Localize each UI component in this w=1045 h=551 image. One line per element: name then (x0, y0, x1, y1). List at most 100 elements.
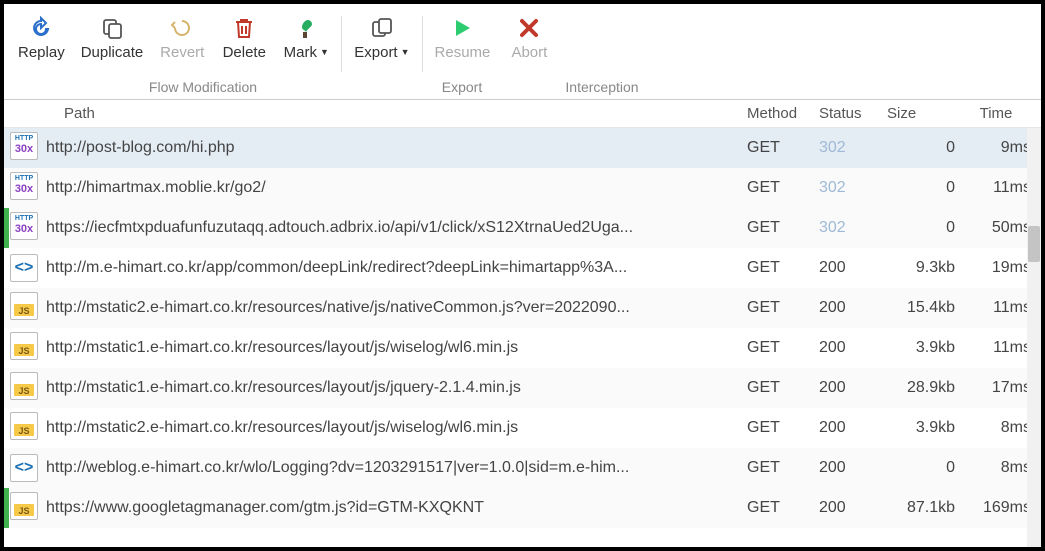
row-type-icon (4, 292, 40, 325)
row-method: GET (747, 259, 819, 277)
js-file-icon (10, 412, 38, 440)
row-path: http://himartmax.moblie.kr/go2/ (40, 179, 747, 197)
row-size: 28.9kb (883, 379, 961, 397)
http30x-file-icon (10, 132, 38, 160)
row-size: 3.9kb (883, 419, 961, 437)
row-status: 302 (819, 179, 883, 197)
row-path: http://mstatic1.e-himart.co.kr/resources… (40, 379, 747, 397)
js-file-icon (10, 372, 38, 400)
resume-button[interactable]: Resume (427, 12, 499, 63)
row-status: 200 (819, 339, 883, 357)
js-file-icon (10, 292, 38, 320)
col-path[interactable]: Path (40, 105, 747, 122)
row-type-icon: <> (4, 254, 40, 282)
brush-icon (294, 14, 318, 42)
row-type-icon (4, 372, 40, 405)
col-method[interactable]: Method (747, 105, 819, 122)
row-method: GET (747, 219, 819, 237)
table-row[interactable]: <>http://weblog.e-himart.co.kr/wlo/Loggi… (4, 448, 1041, 488)
mark-button[interactable]: Mark▼ (275, 12, 337, 63)
row-marker (4, 488, 9, 528)
table-row[interactable]: http://post-blog.com/hi.phpGET30209ms (4, 128, 1041, 168)
row-status: 200 (819, 299, 883, 317)
table-row[interactable]: http://mstatic2.e-himart.co.kr/resources… (4, 408, 1041, 448)
group-interception: Interception (522, 79, 682, 95)
caret-down-icon: ▼ (320, 48, 329, 57)
col-size[interactable]: Size (883, 105, 961, 122)
trash-icon (233, 14, 255, 42)
row-type-icon (4, 332, 40, 365)
table-row[interactable]: http://himartmax.moblie.kr/go2/GET302011… (4, 168, 1041, 208)
table-row[interactable]: https://iecfmtxpduafunfuzutaqq.adtouch.a… (4, 208, 1041, 248)
table-row[interactable]: http://mstatic2.e-himart.co.kr/resources… (4, 288, 1041, 328)
row-path: http://mstatic2.e-himart.co.kr/resources… (40, 299, 747, 317)
caret-down-icon: ▼ (401, 48, 410, 57)
js-file-icon (10, 492, 38, 520)
row-size: 0 (883, 459, 961, 477)
row-method: GET (747, 339, 819, 357)
row-type-icon (4, 212, 40, 245)
row-method: GET (747, 379, 819, 397)
replay-button[interactable]: Replay (10, 12, 73, 63)
row-status: 200 (819, 499, 883, 517)
row-type-icon (4, 172, 40, 205)
row-status: 200 (819, 379, 883, 397)
row-path: http://weblog.e-himart.co.kr/wlo/Logging… (40, 459, 747, 477)
row-path: https://www.googletagmanager.com/gtm.js?… (40, 499, 747, 517)
row-size: 0 (883, 139, 961, 157)
duplicate-button[interactable]: Duplicate (73, 12, 152, 63)
http30x-file-icon (10, 212, 38, 240)
mark-label: Mark▼ (284, 44, 329, 61)
row-type-icon: <> (4, 454, 40, 482)
toolbar-separator (422, 16, 423, 72)
replay-icon (29, 14, 53, 42)
html-file-icon: <> (10, 254, 38, 282)
export-icon (370, 14, 394, 42)
row-method: GET (747, 139, 819, 157)
export-label: Export▼ (354, 44, 409, 61)
table-row[interactable]: <>http://m.e-himart.co.kr/app/common/dee… (4, 248, 1041, 288)
abort-button[interactable]: Abort (498, 12, 560, 63)
row-type-icon (4, 492, 40, 525)
table-row[interactable]: http://mstatic1.e-himart.co.kr/resources… (4, 368, 1041, 408)
table-header[interactable]: Path Method Status Size Time (4, 100, 1041, 128)
row-marker (4, 208, 9, 248)
row-type-icon (4, 132, 40, 165)
export-button[interactable]: Export▼ (346, 12, 417, 63)
scrollbar-thumb[interactable] (1028, 226, 1040, 262)
row-status: 200 (819, 419, 883, 437)
row-method: GET (747, 179, 819, 197)
row-type-icon (4, 412, 40, 445)
row-path: http://m.e-himart.co.kr/app/common/deepL… (40, 259, 747, 277)
row-size: 87.1kb (883, 499, 961, 517)
row-status: 302 (819, 139, 883, 157)
resume-label: Resume (435, 44, 491, 61)
revert-button[interactable]: Revert (151, 12, 213, 63)
duplicate-label: Duplicate (81, 44, 144, 61)
row-method: GET (747, 299, 819, 317)
row-method: GET (747, 459, 819, 477)
table-row[interactable]: https://www.googletagmanager.com/gtm.js?… (4, 488, 1041, 528)
row-method: GET (747, 499, 819, 517)
toolbar-separator (341, 16, 342, 72)
row-path: http://mstatic1.e-himart.co.kr/resources… (40, 339, 747, 357)
row-size: 3.9kb (883, 339, 961, 357)
scrollbar-track[interactable] (1027, 128, 1041, 547)
toolbar: Replay Duplicate Revert Delete Mark▼ Exp… (4, 4, 1041, 74)
row-size: 0 (883, 179, 961, 197)
js-file-icon (10, 332, 38, 360)
x-icon (519, 14, 539, 42)
table-row[interactable]: http://mstatic1.e-himart.co.kr/resources… (4, 328, 1041, 368)
toolbar-group-labels: Flow Modification Export Interception (4, 74, 1041, 100)
revert-label: Revert (160, 44, 204, 61)
replay-label: Replay (18, 44, 65, 61)
col-status[interactable]: Status (819, 105, 883, 122)
http30x-file-icon (10, 172, 38, 200)
html-file-icon: <> (10, 454, 38, 482)
col-time[interactable]: Time (961, 105, 1041, 122)
request-table: Path Method Status Size Time ▲ http://po… (4, 100, 1041, 528)
row-size: 0 (883, 219, 961, 237)
delete-button[interactable]: Delete (213, 12, 275, 63)
row-status: 200 (819, 259, 883, 277)
group-flow-modification: Flow Modification (4, 79, 402, 95)
